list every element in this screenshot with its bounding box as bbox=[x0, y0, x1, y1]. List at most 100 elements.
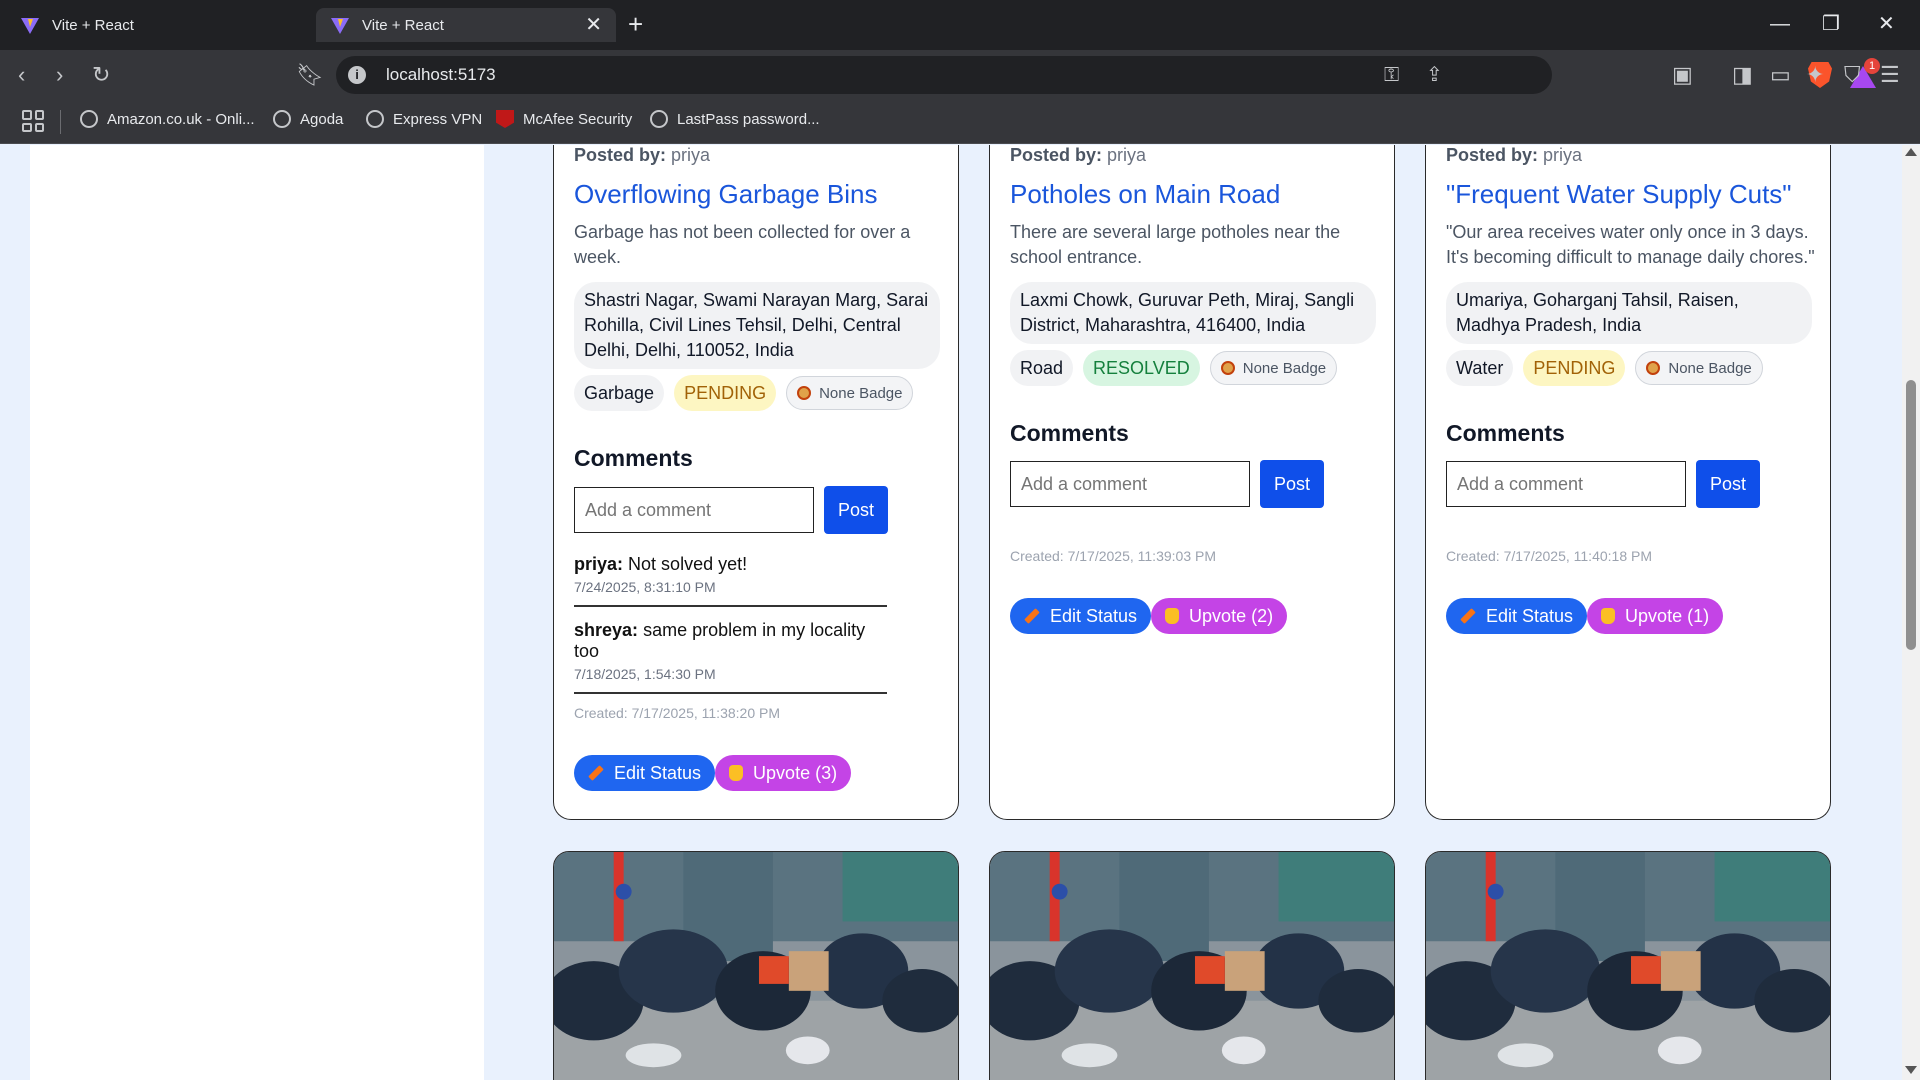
scroll-up-icon[interactable] bbox=[1905, 148, 1917, 156]
user-badge: None Badge bbox=[1209, 351, 1338, 385]
sidebar-panel bbox=[30, 145, 484, 1080]
comment-user: priya: bbox=[574, 554, 624, 574]
posted-by: Posted by: priya bbox=[1446, 145, 1583, 165]
share-icon[interactable]: ⇪ bbox=[1426, 64, 1443, 86]
user-badge: None Badge bbox=[786, 376, 914, 410]
upvote-button[interactable]: Upvote (2) bbox=[1151, 598, 1288, 634]
bookmark-label: McAfee Security bbox=[523, 110, 633, 128]
thumbs-up-icon bbox=[1601, 608, 1616, 624]
created-date: Created: 7/17/2025, 11:39:03 PM bbox=[1010, 548, 1216, 564]
edit-status-button[interactable]: Edit Status bbox=[1446, 598, 1588, 634]
comment-user: shreya: bbox=[574, 620, 639, 640]
vite-icon bbox=[331, 18, 349, 34]
issue-tags: Road RESOLVED None Badge bbox=[1010, 350, 1338, 386]
issue-address: Laxmi Chowk, Guruvar Peth, Miraj, Sangli… bbox=[1010, 282, 1376, 344]
sidebar-toggle-icon[interactable]: ◨ bbox=[1732, 61, 1753, 89]
medal-icon bbox=[1220, 361, 1235, 375]
medal-icon bbox=[797, 386, 812, 400]
bookmark-mcafee[interactable]: McAfee Security bbox=[496, 110, 632, 128]
restore-icon[interactable]: ❐ bbox=[1822, 10, 1840, 38]
garbage-photo bbox=[554, 852, 958, 1080]
menu-icon[interactable]: ☰ bbox=[1880, 61, 1900, 89]
issue-tags: Water PENDING None Badge bbox=[1446, 350, 1763, 386]
issue-address: Shastri Nagar, Swami Narayan Marg, Sarai… bbox=[574, 282, 940, 369]
comments-heading: Comments bbox=[1446, 420, 1565, 446]
issue-image-card[interactable] bbox=[553, 851, 959, 1080]
upvote-button[interactable]: Upvote (3) bbox=[715, 755, 852, 791]
key-icon[interactable]: ⚿ bbox=[1384, 64, 1399, 86]
bookmark-amazon[interactable]: Amazon.co.uk - Onli... bbox=[80, 110, 255, 128]
comment-input[interactable] bbox=[1010, 461, 1250, 507]
url-text[interactable]: localhost:5173 bbox=[386, 65, 496, 85]
browser-tab[interactable]: Vite + React bbox=[6, 8, 306, 42]
close-window-icon[interactable]: ✕ bbox=[1878, 10, 1895, 38]
post-comment-button[interactable]: Post bbox=[1260, 460, 1324, 508]
category-chip: Water bbox=[1446, 350, 1514, 386]
issue-title[interactable]: "Frequent Water Supply Cuts" bbox=[1446, 179, 1792, 210]
comment-item: shreya: same problem in my locality too … bbox=[574, 620, 887, 694]
scrollbar-thumb[interactable] bbox=[1906, 380, 1916, 650]
card-actions: Edit Status Upvote (3) bbox=[574, 755, 852, 791]
post-comment-button[interactable]: Post bbox=[824, 486, 888, 534]
category-chip: Garbage bbox=[574, 375, 665, 411]
tab-strip: Vite + React Vite + React ✕ + — ❐ ✕ bbox=[0, 0, 1920, 50]
globe-icon bbox=[273, 110, 291, 128]
garbage-photo bbox=[1426, 852, 1830, 1080]
bookmark-lastpass[interactable]: LastPass password... bbox=[650, 110, 820, 128]
reader-mode-icon[interactable]: ▣ bbox=[1672, 61, 1693, 89]
issue-card: Posted by: priya Potholes on Main Road T… bbox=[989, 145, 1395, 820]
leo-ai-icon[interactable]: ✦ bbox=[1806, 61, 1824, 89]
close-tab-icon[interactable]: ✕ bbox=[585, 15, 602, 35]
issue-card: Posted by: priya Overflowing Garbage Bin… bbox=[553, 145, 959, 820]
browser-tab-active[interactable]: Vite + React ✕ bbox=[316, 8, 616, 42]
apps-grid-icon[interactable] bbox=[22, 110, 44, 132]
bookmark-agoda[interactable]: Agoda bbox=[273, 110, 343, 128]
edit-status-button[interactable]: Edit Status bbox=[1010, 598, 1152, 634]
navigation-bar: ‹ › ↻ 🔖︎ i localhost:5173 ⚿ ⇪ 1 ▣ ◨ ▭ ✦ … bbox=[0, 50, 1920, 100]
back-icon[interactable]: ‹ bbox=[18, 61, 25, 89]
vpn-icon[interactable]: ⛉ bbox=[1844, 61, 1861, 89]
issue-title[interactable]: Overflowing Garbage Bins bbox=[574, 179, 877, 210]
issue-image-card[interactable] bbox=[1425, 851, 1831, 1080]
bookmark-label: Amazon.co.uk - Onli... bbox=[107, 110, 255, 128]
status-badge: PENDING bbox=[1523, 350, 1626, 386]
issue-description: "Our area receives water only once in 3 … bbox=[1446, 222, 1815, 267]
garbage-photo bbox=[990, 852, 1394, 1080]
wallet-icon[interactable]: ▭ bbox=[1770, 61, 1791, 89]
tab-title: Vite + React bbox=[362, 16, 444, 34]
created-date: Created: 7/17/2025, 11:38:20 PM bbox=[574, 705, 780, 721]
info-icon[interactable]: i bbox=[348, 66, 366, 84]
bookmark-label: LastPass password... bbox=[677, 110, 820, 128]
pencil-icon bbox=[1460, 608, 1476, 624]
rewards-count-badge: 1 bbox=[1864, 58, 1880, 74]
globe-icon bbox=[80, 110, 98, 128]
category-chip: Road bbox=[1010, 350, 1074, 386]
globe-icon bbox=[650, 110, 668, 128]
bookmark-express-vpn[interactable]: Express VPN bbox=[366, 110, 482, 128]
scroll-down-icon[interactable] bbox=[1905, 1066, 1917, 1074]
new-tab-icon[interactable]: + bbox=[628, 10, 643, 38]
comment-text: Not solved yet! bbox=[628, 554, 748, 574]
created-date: Created: 7/17/2025, 11:40:18 PM bbox=[1446, 548, 1652, 564]
comment-input[interactable] bbox=[1446, 461, 1686, 507]
status-badge: RESOLVED bbox=[1083, 350, 1200, 386]
card-actions: Edit Status Upvote (1) bbox=[1446, 598, 1724, 634]
reload-icon[interactable]: ↻ bbox=[92, 61, 110, 89]
bookmark-icon[interactable]: 🔖︎ bbox=[296, 61, 324, 89]
upvote-button[interactable]: Upvote (1) bbox=[1587, 598, 1724, 634]
issue-card: Posted by: priya "Frequent Water Supply … bbox=[1425, 145, 1831, 820]
issue-image-card[interactable] bbox=[989, 851, 1395, 1080]
pencil-icon bbox=[588, 765, 604, 781]
vite-icon bbox=[21, 18, 39, 34]
minimize-icon[interactable]: — bbox=[1770, 10, 1790, 38]
comments-heading: Comments bbox=[1010, 420, 1129, 446]
edit-status-button[interactable]: Edit Status bbox=[574, 755, 716, 791]
forward-icon[interactable]: › bbox=[56, 61, 63, 89]
comment-input[interactable] bbox=[574, 487, 814, 533]
issue-title[interactable]: Potholes on Main Road bbox=[1010, 179, 1280, 210]
user-badge: None Badge bbox=[1635, 351, 1763, 385]
post-comment-button[interactable]: Post bbox=[1696, 460, 1760, 508]
bookmark-label: Express VPN bbox=[393, 110, 483, 128]
address-bar[interactable]: i localhost:5173 ⚿ ⇪ 1 bbox=[336, 56, 1880, 94]
comment-date: 7/24/2025, 8:31:10 PM bbox=[574, 579, 716, 595]
